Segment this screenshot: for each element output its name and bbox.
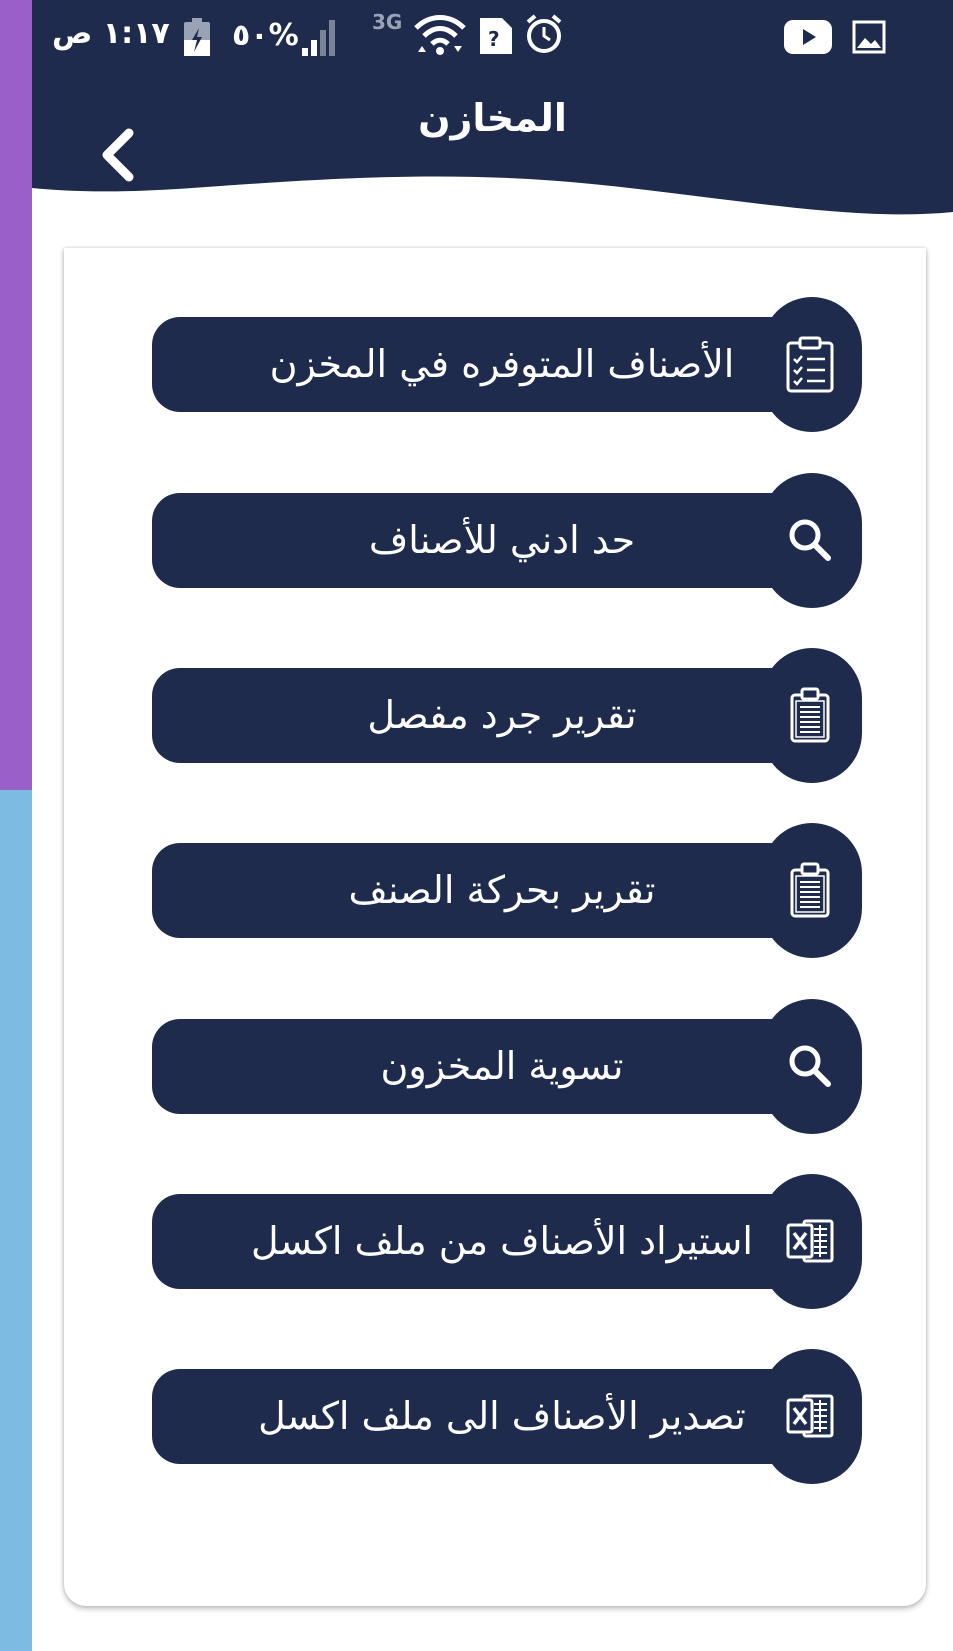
menu-item-available-items[interactable]: الأصناف المتوفره في المخزن bbox=[152, 297, 862, 432]
menu-item-label: تقرير بحركة الصنف bbox=[348, 868, 656, 912]
menu-item-detailed-inventory[interactable]: تقرير جرد مفصل bbox=[152, 648, 862, 783]
menu-item-stock-adjustment[interactable]: تسوية المخزون bbox=[152, 999, 862, 1134]
menu-item-minimum-stock[interactable]: حد ادني للأصناف bbox=[152, 473, 862, 608]
menu-item-label: استيراد الأصناف من ملف اكسل bbox=[251, 1219, 753, 1263]
status-bar: ١:١٧ ص %٥٠ 3G ? bbox=[32, 0, 953, 80]
menu-item-label: الأصناف المتوفره في المخزن bbox=[269, 342, 735, 386]
left-edge-blue bbox=[0, 790, 32, 1651]
status-time: ١:١٧ ص bbox=[52, 16, 170, 51]
left-edge-purple bbox=[0, 0, 32, 790]
menu-item-label: حد ادني للأصناف bbox=[368, 518, 636, 562]
menu-item-import-excel[interactable]: استيراد الأصناف من ملف اكسل bbox=[152, 1174, 862, 1309]
chevron-left-icon bbox=[102, 128, 134, 182]
battery-icon bbox=[182, 18, 212, 62]
back-button[interactable] bbox=[95, 125, 145, 185]
svg-text:?: ? bbox=[488, 27, 500, 51]
network-type: 3G bbox=[372, 10, 403, 34]
menu-item-label: تصدير الأصناف الى ملف اكسل bbox=[258, 1394, 746, 1438]
menu-item-label: تسوية المخزون bbox=[380, 1044, 624, 1088]
unknown-notification-icon: ? bbox=[478, 14, 514, 60]
signal-icon bbox=[300, 18, 340, 62]
alarm-icon bbox=[524, 14, 564, 60]
menu-item-item-movement[interactable]: تقرير بحركة الصنف bbox=[152, 823, 862, 958]
page-title: المخازن bbox=[418, 96, 567, 140]
menu-item-label: تقرير جرد مفصل bbox=[367, 693, 637, 737]
image-notification-icon bbox=[852, 20, 886, 58]
battery-percent: %٥٠ bbox=[232, 18, 299, 53]
menu-item-export-excel[interactable]: تصدير الأصناف الى ملف اكسل bbox=[152, 1349, 862, 1484]
youtube-icon bbox=[784, 20, 832, 58]
wifi-icon bbox=[412, 12, 468, 62]
